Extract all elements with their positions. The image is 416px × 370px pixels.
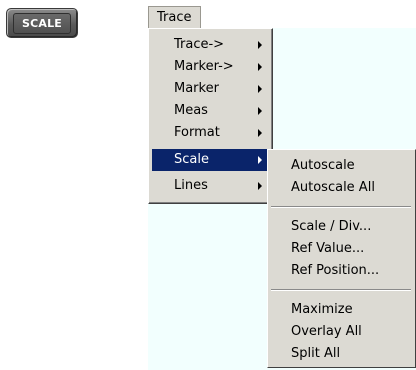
menu-item-label: Meas xyxy=(174,103,208,118)
menu-item-label: Marker-> xyxy=(174,59,234,74)
scale-hardkey-label: SCALE xyxy=(12,12,72,34)
trace-menu: Trace-> Marker-> Marker Meas Format Scal… xyxy=(148,28,273,204)
submenu-arrow-icon xyxy=(258,182,262,190)
menu-item-marker[interactable]: Marker xyxy=(152,78,270,100)
submenu-arrow-icon xyxy=(258,41,262,49)
submenu-item-overlay-all[interactable]: Overlay All xyxy=(271,321,411,343)
menu-item-format[interactable]: Format xyxy=(152,122,270,144)
menu-item-scale[interactable]: Scale xyxy=(152,149,270,171)
submenu-arrow-icon xyxy=(258,129,262,137)
menu-item-label: Trace-> xyxy=(174,37,225,52)
submenu-item-split-all[interactable]: Split All xyxy=(271,343,411,365)
menu-item-label: Lines xyxy=(174,178,208,193)
submenu-item-autoscale-all[interactable]: Autoscale All xyxy=(271,177,411,199)
scale-hardkey-button[interactable]: SCALE xyxy=(6,8,78,38)
menu-item-label: Format xyxy=(174,125,220,140)
menu-item-label: Marker xyxy=(174,81,219,96)
menu-item-trace-arrow[interactable]: Trace-> xyxy=(152,34,270,56)
submenu-item-scale-div[interactable]: Scale / Div... xyxy=(271,216,411,238)
submenu-item-maximize[interactable]: Maximize xyxy=(271,299,411,321)
submenu-item-autoscale[interactable]: Autoscale xyxy=(271,155,411,177)
menu-separator xyxy=(271,289,411,291)
menu-item-marker-arrow[interactable]: Marker-> xyxy=(152,56,270,78)
submenu-arrow-icon xyxy=(258,156,262,164)
submenu-arrow-icon xyxy=(258,63,262,71)
menu-separator xyxy=(271,206,411,208)
scale-submenu: Autoscale Autoscale All Scale / Div... R… xyxy=(267,149,416,368)
menu-item-meas[interactable]: Meas xyxy=(152,100,270,122)
menu-item-lines[interactable]: Lines xyxy=(152,175,270,197)
submenu-arrow-icon xyxy=(258,107,262,115)
menu-item-label: Scale xyxy=(174,152,209,167)
submenu-item-ref-position[interactable]: Ref Position... xyxy=(271,260,411,282)
submenu-item-ref-value[interactable]: Ref Value... xyxy=(271,238,411,260)
submenu-arrow-icon xyxy=(258,85,262,93)
menu-trace[interactable]: Trace xyxy=(148,6,201,28)
